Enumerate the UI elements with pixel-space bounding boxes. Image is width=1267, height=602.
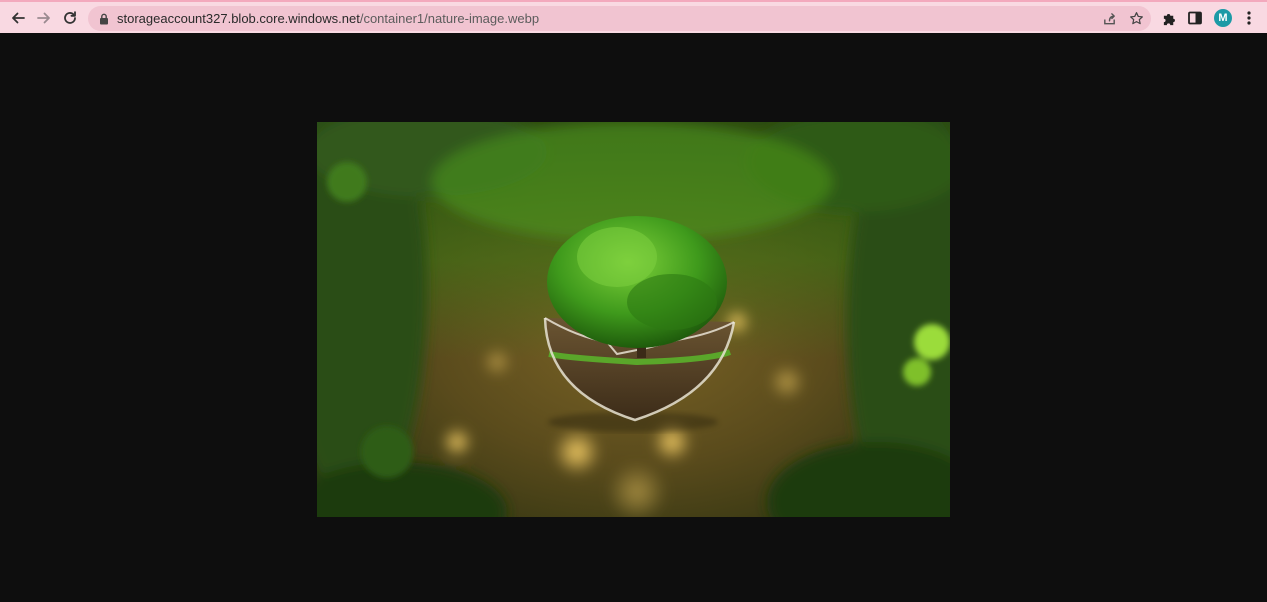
side-panel-button[interactable]: [1184, 7, 1206, 29]
url-host: storageaccount327.blob.core.windows.net: [117, 11, 360, 26]
kebab-menu-icon: [1247, 11, 1251, 25]
reload-icon: [64, 11, 76, 24]
share-icon: [1103, 12, 1115, 24]
browser-menu-button[interactable]: [1238, 7, 1260, 29]
share-button[interactable]: [1099, 8, 1119, 28]
back-button[interactable]: [7, 7, 29, 29]
address-bar[interactable]: storageaccount327.blob.core.windows.net/…: [88, 6, 1151, 31]
back-arrow-icon: [12, 12, 25, 24]
browser-toolbar: storageaccount327.blob.core.windows.net/…: [0, 0, 1267, 33]
reload-button[interactable]: [59, 7, 81, 29]
url-text[interactable]: storageaccount327.blob.core.windows.net/…: [117, 11, 539, 26]
star-icon: [1129, 11, 1143, 24]
nature-image: [317, 122, 950, 517]
side-panel-icon: [1188, 11, 1202, 25]
profile-avatar[interactable]: M: [1214, 9, 1232, 27]
bookmark-button[interactable]: [1126, 8, 1146, 28]
puzzle-icon: [1163, 13, 1175, 25]
lock-icon: [100, 13, 108, 25]
url-path: /container1/nature-image.webp: [359, 11, 540, 26]
extensions-button[interactable]: [1158, 7, 1180, 29]
displayed-image[interactable]: [317, 122, 950, 517]
forward-arrow-icon: [37, 12, 50, 24]
forward-button[interactable]: [33, 7, 55, 29]
